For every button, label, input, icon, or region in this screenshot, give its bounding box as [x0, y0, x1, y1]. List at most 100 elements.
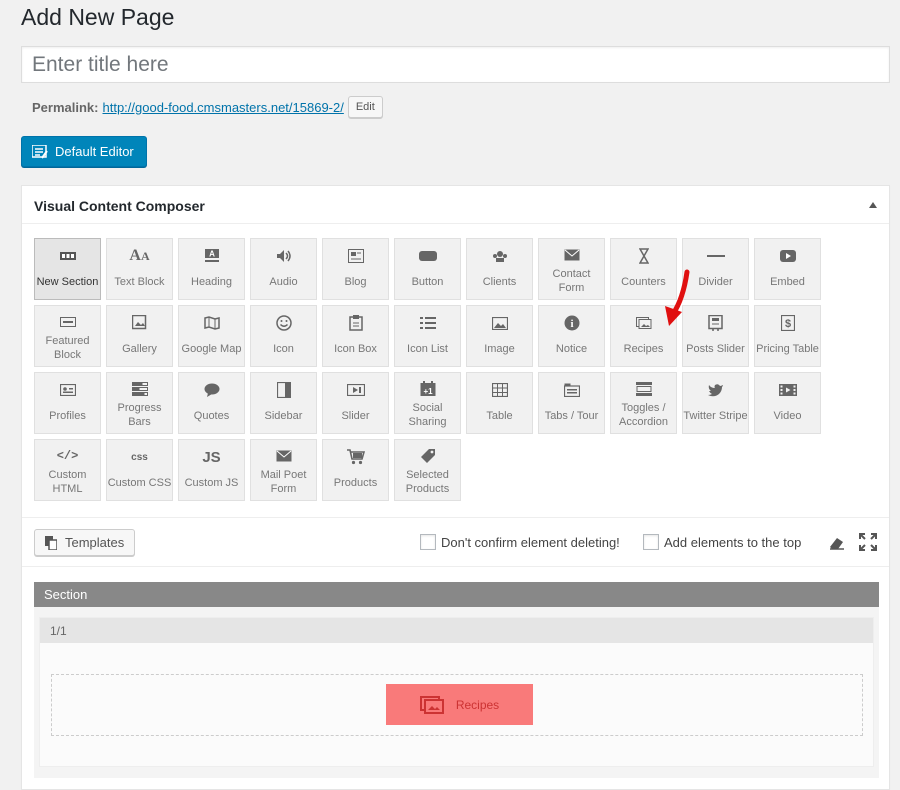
element-text-block[interactable]: AA Text Block — [106, 238, 173, 300]
element-icon-list[interactable]: Icon List — [394, 305, 461, 367]
checkbox-box[interactable] — [643, 534, 659, 550]
table-icon — [491, 377, 508, 403]
element-notice[interactable]: i Notice — [538, 305, 605, 367]
element-label: Tabs / Tour — [544, 410, 599, 422]
section-header[interactable]: Section — [34, 582, 879, 607]
builder-section[interactable]: Section 1/1 Recipes — [34, 582, 879, 778]
composer-toolbar: Templates Don't confirm element deleting… — [22, 517, 889, 567]
element-label: Twitter Stripe — [683, 410, 748, 422]
element-table[interactable]: Table — [466, 372, 533, 434]
add-top-checkbox[interactable]: Add elements to the top — [643, 534, 801, 550]
element-custom-js[interactable]: JS Custom JS — [178, 439, 245, 501]
element-label: Posts Slider — [686, 343, 745, 355]
map-icon — [203, 310, 220, 336]
element-embed[interactable]: Embed — [754, 238, 821, 300]
element-contact-form[interactable]: Contact Form — [538, 238, 605, 300]
mail-icon — [564, 243, 580, 267]
element-slider[interactable]: Slider — [322, 372, 389, 434]
code-icon: </> — [56, 449, 79, 463]
element-label: Selected Products — [405, 469, 450, 495]
element-custom-html[interactable]: </> Custom HTML — [34, 439, 101, 501]
element-audio[interactable]: Audio — [250, 238, 317, 300]
element-label: Heading — [191, 276, 232, 288]
element-selected-products[interactable]: Selected Products — [394, 439, 461, 501]
gallery-icon — [131, 310, 148, 336]
title-input[interactable] — [21, 46, 890, 83]
element-label: Divider — [698, 276, 733, 288]
svg-text:+1: +1 — [423, 387, 433, 396]
recipes-icon — [419, 695, 444, 714]
red-arrow-icon — [665, 269, 690, 326]
element-featured-block[interactable]: Featured Block — [34, 305, 101, 367]
element-gallery[interactable]: Gallery — [106, 305, 173, 367]
element-mail-poet-form[interactable]: Mail Poet Form — [250, 439, 317, 501]
element-pricing-table[interactable]: $ Pricing Table — [754, 305, 821, 367]
js-icon: JS — [202, 448, 221, 466]
permalink-link[interactable]: http://good-food.cmsmasters.net/15869-2/ — [102, 100, 343, 115]
element-social-sharing[interactable]: +1 Social Sharing — [394, 372, 461, 434]
element-quotes[interactable]: Quotes — [178, 372, 245, 434]
element-icon-box[interactable]: Icon Box — [322, 305, 389, 367]
posts-slider-icon — [707, 310, 724, 336]
default-editor-label: Default Editor — [55, 144, 134, 159]
element-label: Recipes — [623, 343, 664, 355]
element-label: Gallery — [122, 343, 157, 355]
permalink-edit-button[interactable]: Edit — [347, 96, 383, 118]
element-label: Mail Poet Form — [260, 469, 307, 495]
smiley-icon — [275, 310, 292, 336]
element-tabs-tour[interactable]: Tabs / Tour — [538, 372, 605, 434]
default-editor-button[interactable]: Default Editor — [21, 136, 147, 167]
collapse-arrow-icon[interactable] — [869, 202, 877, 208]
cart-icon — [346, 444, 365, 470]
element-icon[interactable]: Icon — [250, 305, 317, 367]
confirm-delete-checkbox[interactable]: Don't confirm element deleting! — [420, 534, 620, 550]
list-icon — [419, 310, 436, 336]
element-heading[interactable]: A Heading — [178, 238, 245, 300]
element-profiles[interactable]: Profiles — [34, 372, 101, 434]
page-title: Add New Page — [21, 4, 175, 30]
editor-icon — [31, 143, 48, 159]
element-custom-css[interactable]: css Custom CSS — [106, 439, 173, 501]
twitter-icon — [707, 377, 724, 403]
heading-icon: A — [204, 243, 220, 269]
fullscreen-icon[interactable] — [859, 533, 877, 551]
element-label: Text Block — [114, 276, 165, 288]
element-label: Embed — [770, 276, 805, 288]
element-video[interactable]: Video — [754, 372, 821, 434]
hourglass-icon — [638, 243, 649, 269]
element-label: Table — [486, 410, 513, 422]
element-label: Slider — [341, 410, 370, 422]
element-new-section[interactable]: New Section — [34, 238, 101, 300]
column[interactable]: 1/1 Recipes — [39, 617, 874, 767]
progress-icon — [131, 377, 148, 401]
button-icon — [418, 243, 437, 269]
sidebar-icon — [276, 377, 291, 403]
element-blog[interactable]: Blog — [322, 238, 389, 300]
element-label: Pricing Table — [756, 343, 819, 355]
element-label: Quotes — [193, 410, 230, 422]
column-header[interactable]: 1/1 — [40, 618, 873, 643]
element-progress-bars[interactable]: Progress Bars — [106, 372, 173, 434]
element-sidebar[interactable]: Sidebar — [250, 372, 317, 434]
image-icon — [491, 310, 508, 336]
element-google-map[interactable]: Google Map — [178, 305, 245, 367]
element-twitter-stripe[interactable]: Twitter Stripe — [682, 372, 749, 434]
checkbox-box[interactable] — [420, 534, 436, 550]
element-label: Products — [333, 477, 378, 489]
element-products[interactable]: Products — [322, 439, 389, 501]
column-dropzone[interactable]: Recipes — [51, 674, 863, 736]
element-toggles-accordion[interactable]: Toggles / Accordion — [610, 372, 677, 434]
element-clients[interactable]: Clients — [466, 238, 533, 300]
element-label: Button — [411, 276, 444, 288]
element-image[interactable]: Image — [466, 305, 533, 367]
composer-header[interactable]: Visual Content Composer — [22, 186, 889, 224]
eraser-icon[interactable] — [828, 533, 846, 551]
element-label: Google Map — [181, 343, 242, 355]
video-icon — [778, 377, 797, 403]
element-label: Custom HTML — [48, 469, 87, 495]
templates-button[interactable]: Templates — [34, 529, 135, 556]
recipes-block[interactable]: Recipes — [386, 684, 533, 725]
element-button[interactable]: Button — [394, 238, 461, 300]
svg-text:A: A — [209, 250, 215, 259]
element-label: Toggles / Accordion — [619, 402, 668, 428]
